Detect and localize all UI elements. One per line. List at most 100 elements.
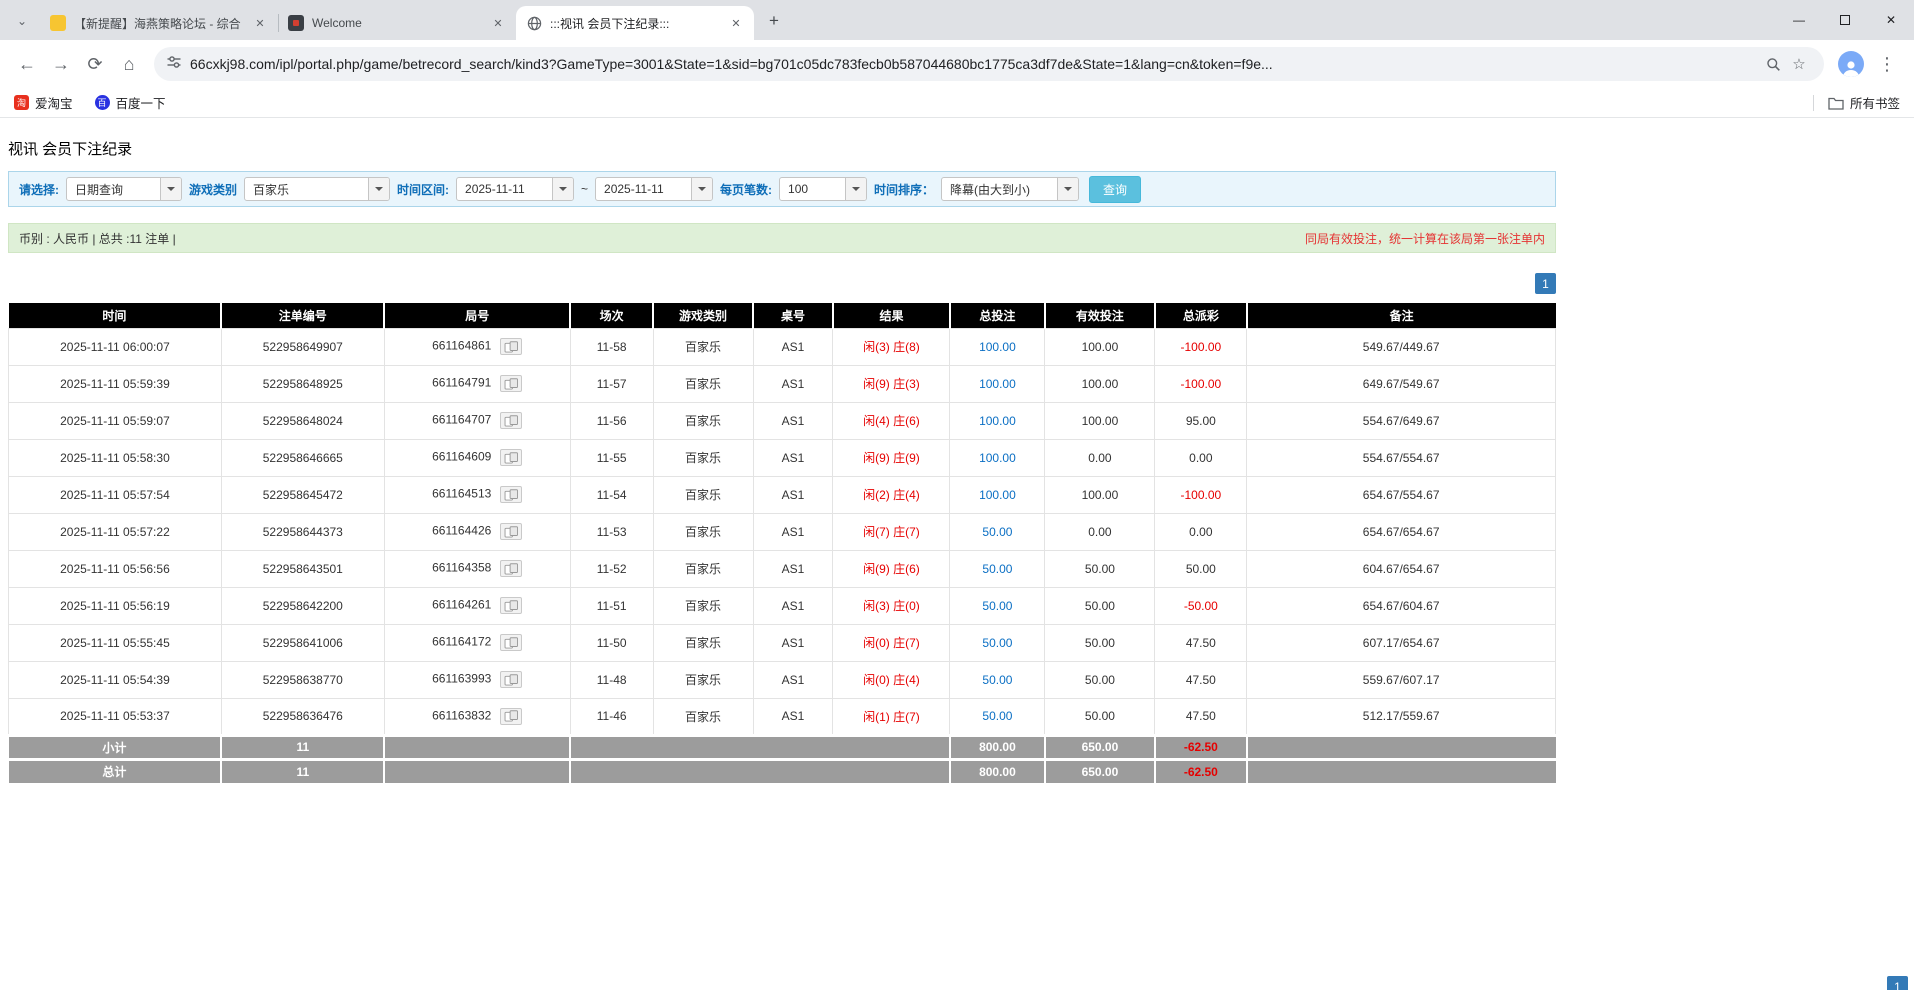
bet-id-cell: 522958645472 xyxy=(220,475,385,514)
bottom-pagination-page-1-button[interactable]: 1 xyxy=(1887,976,1908,990)
chevron-down-icon[interactable] xyxy=(845,178,867,200)
tab-close-icon[interactable]: ✕ xyxy=(252,15,268,31)
chevron-down-icon[interactable] xyxy=(1057,178,1079,200)
total-bet-cell[interactable]: 50.00 xyxy=(949,586,1046,625)
home-icon[interactable]: ⌂ xyxy=(112,47,146,81)
select-mode-label: 请选择: xyxy=(19,182,59,197)
summary-bar: 币别 : 人民币 | 总共 :11 注单 | 同局有效投注，统一计算在该局第一张… xyxy=(8,223,1556,253)
tab-close-icon[interactable]: ✕ xyxy=(728,15,744,31)
subtotal-empty xyxy=(383,733,571,759)
total-bet-cell[interactable]: 50.00 xyxy=(949,697,1046,736)
pagination-page-1-button[interactable]: 1 xyxy=(1535,273,1556,294)
browser-menu-icon[interactable]: ⋮ xyxy=(1870,47,1904,81)
bet-id-cell: 522958648925 xyxy=(220,364,385,403)
round-detail-icon[interactable] xyxy=(500,449,523,466)
round-detail-icon[interactable] xyxy=(500,634,523,651)
date-to-select[interactable]: 2025-11-11 xyxy=(595,177,714,201)
browser-tab-bet-record[interactable]: :::视讯 会员下注纪录::: ✕ xyxy=(516,6,754,40)
header-table-no: 桌号 xyxy=(752,303,833,328)
total-bet-cell[interactable]: 50.00 xyxy=(949,512,1046,551)
round-detail-icon[interactable] xyxy=(500,671,523,688)
round-detail-icon[interactable] xyxy=(500,486,523,503)
new-tab-button[interactable]: + xyxy=(760,7,788,35)
round-detail-icon[interactable] xyxy=(500,560,523,577)
valid-bet-cell: 50.00 xyxy=(1044,697,1156,736)
table-no-cell: AS1 xyxy=(752,623,834,662)
total-bet-cell[interactable]: 100.00 xyxy=(949,364,1046,403)
total-bet-cell[interactable]: 100.00 xyxy=(949,327,1046,366)
round-detail-icon[interactable] xyxy=(500,523,523,540)
back-icon[interactable]: ← xyxy=(10,47,44,81)
round-detail-icon[interactable] xyxy=(500,707,523,725)
table-row: 2025-11-11 05:58:30 522958646665 661164609… xyxy=(8,438,1556,477)
window-minimize-button[interactable]: — xyxy=(1776,0,1822,40)
tab-search-icon[interactable]: ⌄ xyxy=(8,7,36,35)
bookmark-star-icon[interactable]: ☆ xyxy=(1786,51,1812,77)
site-settings-icon[interactable] xyxy=(166,54,182,75)
total-empty xyxy=(1245,757,1556,783)
forward-icon[interactable]: → xyxy=(44,47,78,81)
note-cell: 607.17/654.67 xyxy=(1246,623,1556,662)
table-header-row: 时间 注单编号 局号 场次 游戏类别 桌号 结果 总投注 有效投注 总派彩 备注 xyxy=(8,303,1556,328)
total-bet-cell[interactable]: 50.00 xyxy=(949,660,1046,699)
valid-bet-cell: 100.00 xyxy=(1044,475,1156,514)
zoom-icon[interactable] xyxy=(1760,51,1786,77)
bookmark-label: 百度一下 xyxy=(115,97,166,111)
round-detail-icon[interactable] xyxy=(500,412,523,429)
tab-close-icon[interactable]: ✕ xyxy=(490,15,506,31)
valid-bet-cell: 100.00 xyxy=(1044,364,1156,403)
bet-record-table: 时间 注单编号 局号 场次 游戏类别 桌号 结果 总投注 有效投注 总派彩 备注… xyxy=(8,303,1556,783)
round-id: 661164513 xyxy=(432,486,492,501)
time-cell: 2025-11-11 05:56:19 xyxy=(8,586,222,625)
page-size-select[interactable]: 100 xyxy=(779,177,868,201)
result-cell: 闲(9) 庄(3) xyxy=(832,364,951,403)
subtotal-label: 小计 xyxy=(8,733,222,759)
game-type-cell: 百家乐 xyxy=(652,475,754,514)
game-type-select[interactable]: 百家乐 xyxy=(244,177,391,201)
chevron-down-icon[interactable] xyxy=(691,178,713,200)
round-detail-icon[interactable] xyxy=(500,375,523,392)
chevron-down-icon[interactable] xyxy=(160,178,181,200)
tab-favicon-welcome-icon xyxy=(288,15,304,31)
search-button[interactable]: 查询 xyxy=(1089,175,1142,203)
table-row: 2025-11-11 05:56:56 522958643501 661164358… xyxy=(8,549,1556,588)
session-cell: 11-51 xyxy=(569,586,654,625)
total-bet-cell[interactable]: 100.00 xyxy=(949,401,1046,440)
table-row: 2025-11-11 05:57:54 522958645472 661164513… xyxy=(8,475,1556,514)
browser-tab-welcome[interactable]: Welcome ✕ xyxy=(278,6,516,40)
game-type-cell: 百家乐 xyxy=(652,623,754,662)
chevron-down-icon[interactable] xyxy=(368,178,390,200)
sort-select[interactable]: 降幕(由大到小) xyxy=(941,177,1080,201)
bookmark-taobao[interactable]: 淘 爱淘宝 xyxy=(14,93,73,112)
table-row: 2025-11-11 05:56:19 522958642200 661164261… xyxy=(8,586,1556,625)
round-detail-icon[interactable] xyxy=(500,597,523,614)
total-bet-cell[interactable]: 50.00 xyxy=(949,623,1046,662)
round-detail-icon[interactable] xyxy=(500,338,523,355)
total-label: 总计 xyxy=(8,757,222,783)
time-cell: 2025-11-11 06:00:07 xyxy=(8,327,222,366)
banker-result: 庄(7) xyxy=(893,709,920,724)
time-cell: 2025-11-11 05:58:30 xyxy=(8,438,222,477)
subtotal-empty xyxy=(569,733,950,759)
session-cell: 11-54 xyxy=(569,475,654,514)
game-type-cell: 百家乐 xyxy=(652,512,754,551)
address-bar[interactable]: 66cxkj98.com/ipl/portal.php/game/betreco… xyxy=(154,47,1824,81)
total-bet-cell[interactable]: 50.00 xyxy=(949,549,1046,588)
bookmark-baidu[interactable]: 百 百度一下 xyxy=(94,93,166,112)
browser-tab-forum[interactable]: 【新提醒】海燕策略论坛 - 综合 ✕ xyxy=(40,6,278,40)
total-bet-cell[interactable]: 100.00 xyxy=(949,438,1046,477)
date-from-select[interactable]: 2025-11-11 xyxy=(456,177,575,201)
url-text[interactable]: 66cxkj98.com/ipl/portal.php/game/betreco… xyxy=(190,56,1760,72)
date-query-select[interactable]: 日期查询 xyxy=(66,177,182,201)
banker-result: 庄(3) xyxy=(893,377,920,391)
chevron-down-icon[interactable] xyxy=(552,178,574,200)
profile-avatar[interactable] xyxy=(1838,51,1864,77)
payout-cell: 0.00 xyxy=(1154,512,1248,551)
total-bet-cell[interactable]: 100.00 xyxy=(949,475,1046,514)
reload-icon[interactable]: ⟳ xyxy=(78,47,112,81)
all-bookmarks-button[interactable]: 所有书签 xyxy=(1828,93,1900,112)
window-close-button[interactable]: ✕ xyxy=(1868,0,1914,40)
window-maximize-button[interactable] xyxy=(1822,0,1868,40)
filter-bar: 请选择: 日期查询 游戏类别 百家乐 时间区间: 2025-11-11 ~ 20… xyxy=(8,171,1556,207)
header-total-bet: 总投注 xyxy=(948,303,1045,328)
